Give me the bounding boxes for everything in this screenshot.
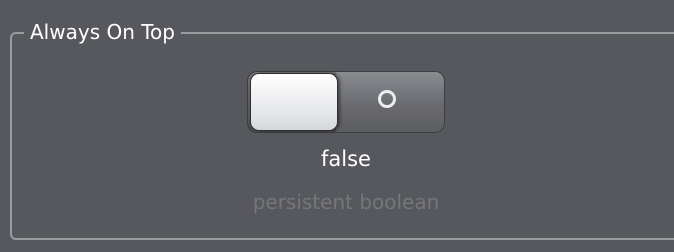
toggle-knob[interactable] (250, 73, 338, 131)
always-on-top-toggle[interactable] (247, 71, 445, 133)
circle-icon (378, 90, 396, 108)
groupbox-title: Always On Top (24, 18, 181, 46)
toggle-off-track (336, 72, 444, 132)
setting-description: persistent boolean (252, 190, 440, 214)
toggle-value: false (321, 147, 371, 171)
settings-panel: Always On Top false persistent boolean (0, 0, 674, 252)
